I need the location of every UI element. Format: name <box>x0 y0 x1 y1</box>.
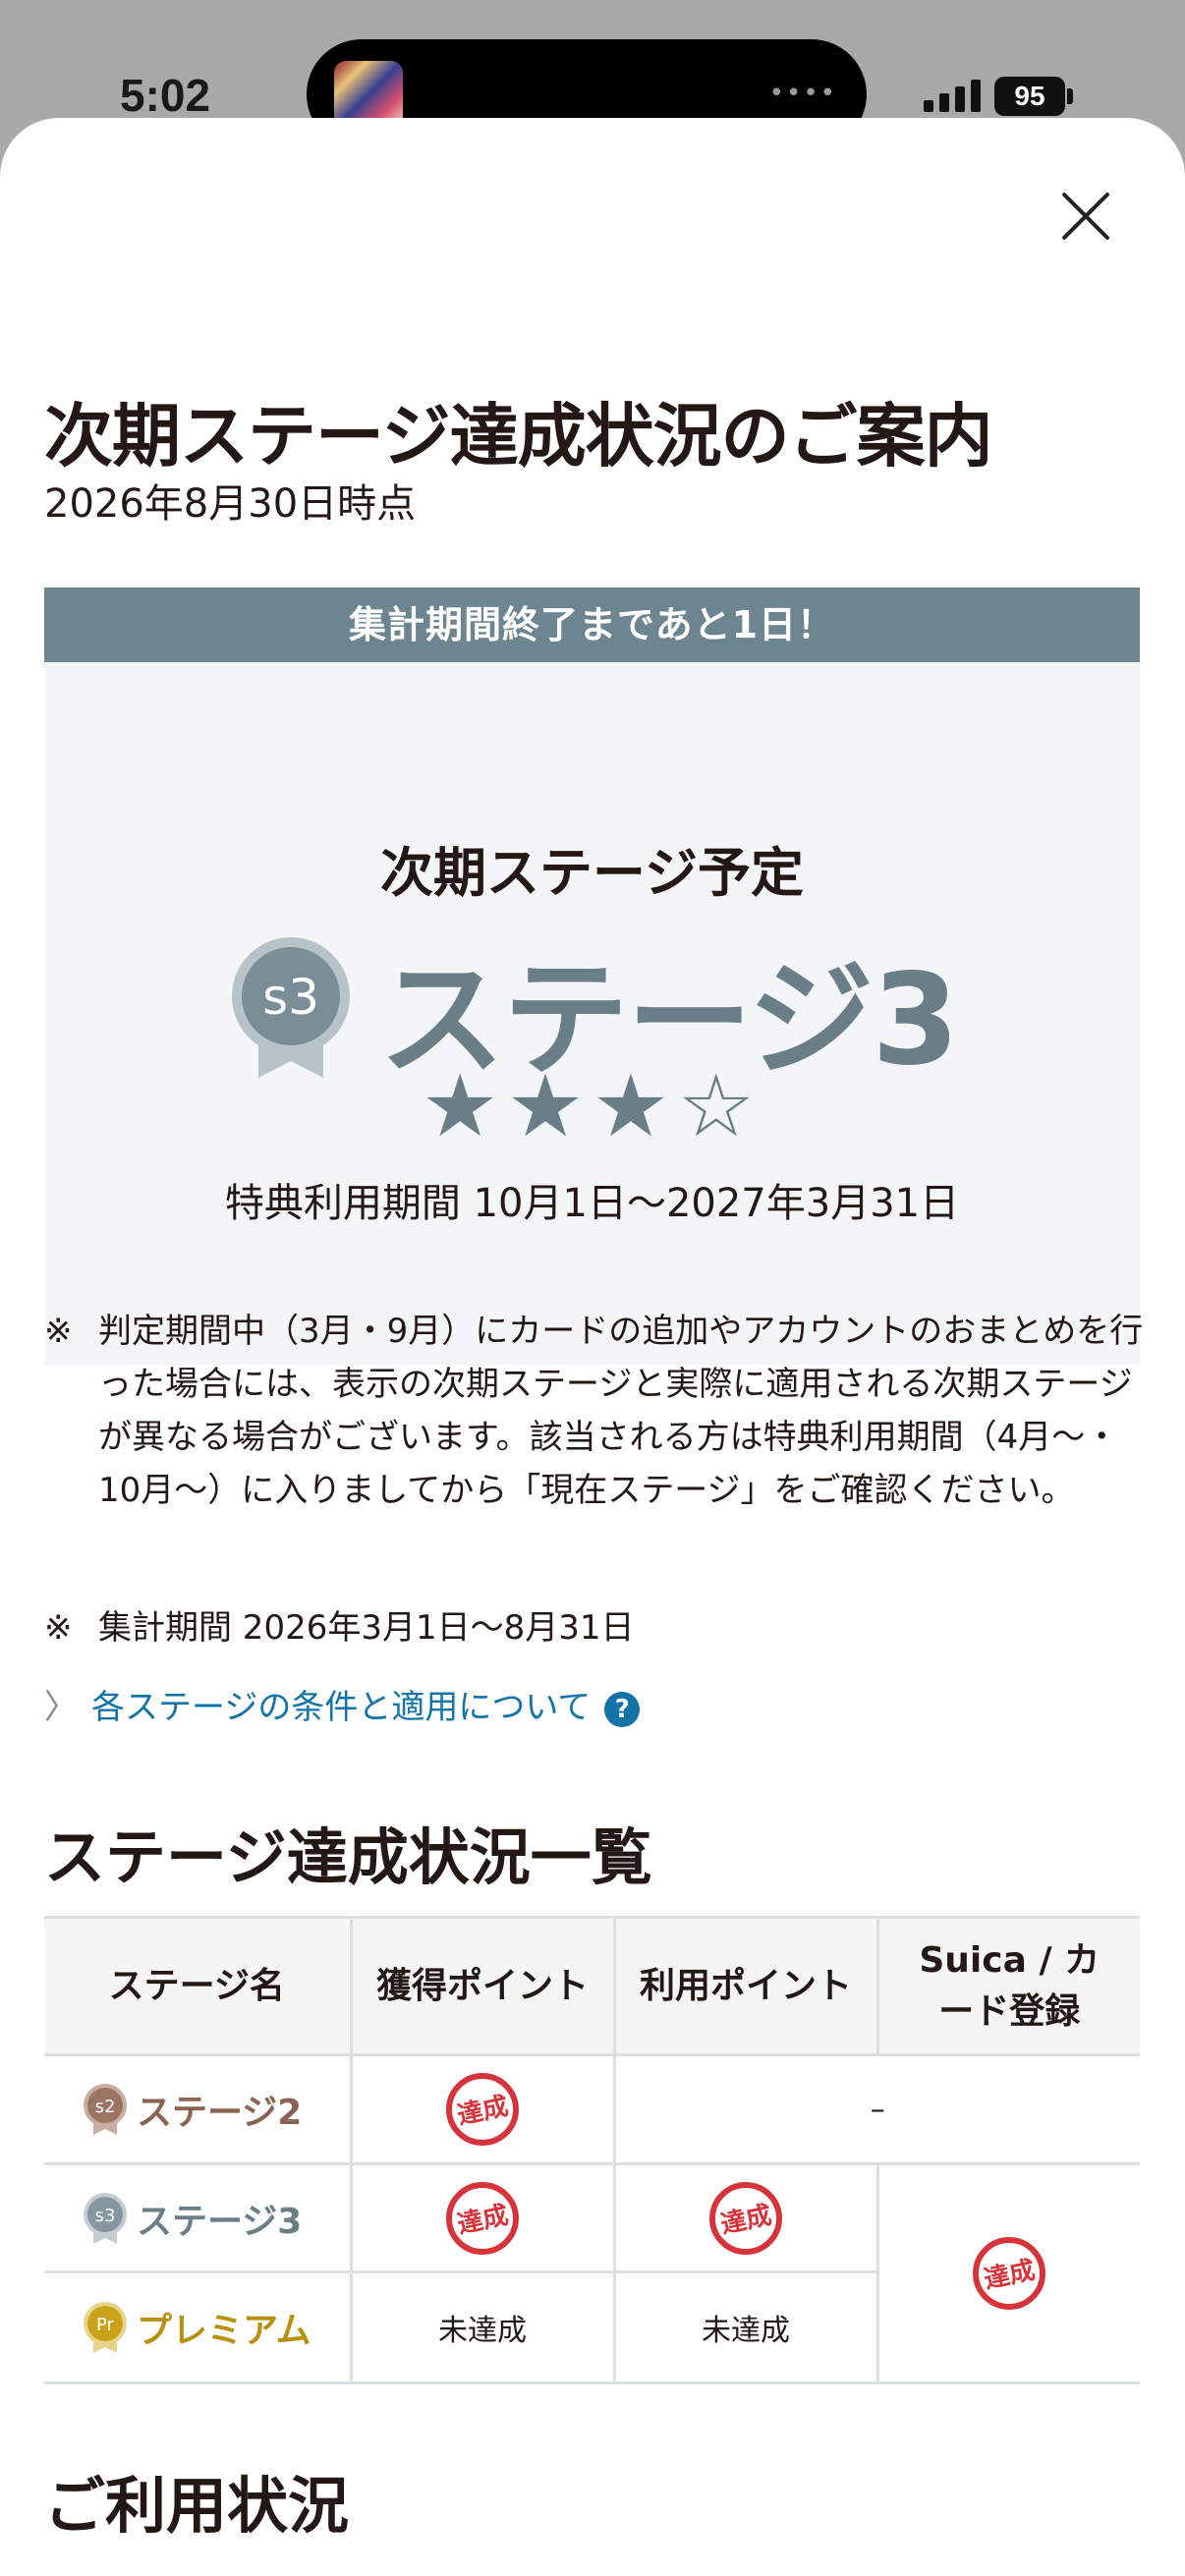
benefit-period: 特典利用期間 10月1日〜2027年3月31日 <box>224 1181 960 1226</box>
used-cell: 達成 <box>612 2162 879 2273</box>
used-points-cell: – <box>612 2053 1140 2165</box>
stage-info-sheet: 次期ステージ達成状況のご案内 2026年8月30日時点 集計期間終了まであと1日… <box>0 118 1185 2576</box>
stage-name-label: プレミアム <box>137 2311 311 2351</box>
table-row: s3 ステージ3 達成 達成 達成 <box>44 2162 1140 2384</box>
svg-text:達成: 達成 <box>455 2092 511 2131</box>
header-used-points: 利用ポイント <box>612 1916 879 2056</box>
conditions-link[interactable]: 〉各ステージの条件と適用について? <box>44 1680 641 1728</box>
header-stage-name: ステージ名 <box>44 1916 353 2056</box>
stage-name-cell: s3 ステージ3 <box>44 2162 353 2273</box>
stage-name-cell: s2 ステージ2 <box>44 2053 353 2165</box>
earned-cell: 達成 <box>349 2053 616 2165</box>
period-note: ※ 集計期間 2026年3月1日〜8月31日 <box>44 1601 1145 1654</box>
svg-text:Pr: Pr <box>96 2315 115 2335</box>
stage-name-label: ステージ3 <box>137 2201 303 2242</box>
achieved-stamp: 達成 <box>446 2181 519 2255</box>
as-of-date: 2026年8月30日時点 <box>44 481 417 527</box>
close-button[interactable] <box>1051 177 1130 255</box>
achieved-stamp: 達成 <box>709 2181 782 2255</box>
medal-badge-text: s3 <box>262 969 319 1026</box>
next-stage-label: 次期ステージ予定 <box>380 842 804 904</box>
chevron-right-icon: 〉 <box>44 1688 78 1727</box>
stage-name-cell: Pr プレミアム <box>44 2270 353 2384</box>
status-section-title: ステージ達成状況一覧 <box>44 1821 652 1893</box>
period-note-text: 集計期間 2026年3月1日〜8月31日 <box>98 1608 635 1648</box>
activity-dots-icon: •••• <box>768 79 837 108</box>
svg-text:s2: s2 <box>95 2097 116 2117</box>
conditions-link-label: 各ステージの条件と適用について <box>91 1688 592 1727</box>
signal-icon <box>924 80 981 112</box>
stage-status-table: ステージ名 獲得ポイント 利用ポイント Suica / カード登録 s2 ステー… <box>44 1916 1140 2384</box>
stage-stars-rating: ★★★☆ <box>421 1055 763 1156</box>
status-time: 5:02 <box>120 70 211 121</box>
table-row: s2 ステージ2 達成 – <box>44 2053 1140 2165</box>
help-icon[interactable]: ? <box>604 1691 641 1727</box>
stage2-medal-icon: s2 <box>84 2084 127 2135</box>
used-cell: 未達成 <box>612 2270 879 2384</box>
svg-text:s3: s3 <box>95 2206 116 2226</box>
battery-indicator: 95 <box>994 77 1065 116</box>
achieved-stamp: 達成 <box>973 2237 1046 2310</box>
note-mark: ※ <box>44 1608 73 1648</box>
next-stage-panel: 次期ステージ予定 s3 ステージ3 ★★★☆ 特典利用期間 10月1日〜2027… <box>44 662 1140 1366</box>
earned-cell: 未達成 <box>349 2270 616 2384</box>
stage3-medal-icon: s3 <box>84 2192 127 2244</box>
suica-card-cell: 達成 <box>875 2162 1140 2384</box>
svg-text:達成: 達成 <box>455 2200 511 2239</box>
achieved-stamp: 達成 <box>446 2073 519 2146</box>
judgement-note: ※ 判定期間中（3月・9月）にカードの追加やアカウントのおまとめを行った場合には… <box>44 1305 1145 1517</box>
usage-section-title: ご利用状況 <box>44 2470 350 2542</box>
countdown-banner: 集計期間終了まであと1日！ <box>44 588 1140 662</box>
earned-cell: 達成 <box>349 2162 616 2273</box>
header-earned-points: 獲得ポイント <box>349 1916 616 2056</box>
stage-name-label: ステージ2 <box>137 2093 303 2133</box>
premium-medal-icon: Pr <box>84 2302 127 2353</box>
svg-text:達成: 達成 <box>718 2200 774 2239</box>
battery-tip <box>1067 88 1073 104</box>
page-title: 次期ステージ達成状況のご案内 <box>44 396 993 476</box>
note-mark: ※ <box>44 1312 73 1351</box>
table-header-row: ステージ名 獲得ポイント 利用ポイント Suica / カード登録 <box>44 1916 1140 2056</box>
svg-text:達成: 達成 <box>982 2256 1038 2295</box>
header-suica-card: Suica / カード登録 <box>875 1916 1140 2056</box>
judgement-note-text: 判定期間中（3月・9月）にカードの追加やアカウントのおまとめを行った場合には、表… <box>98 1312 1144 1510</box>
